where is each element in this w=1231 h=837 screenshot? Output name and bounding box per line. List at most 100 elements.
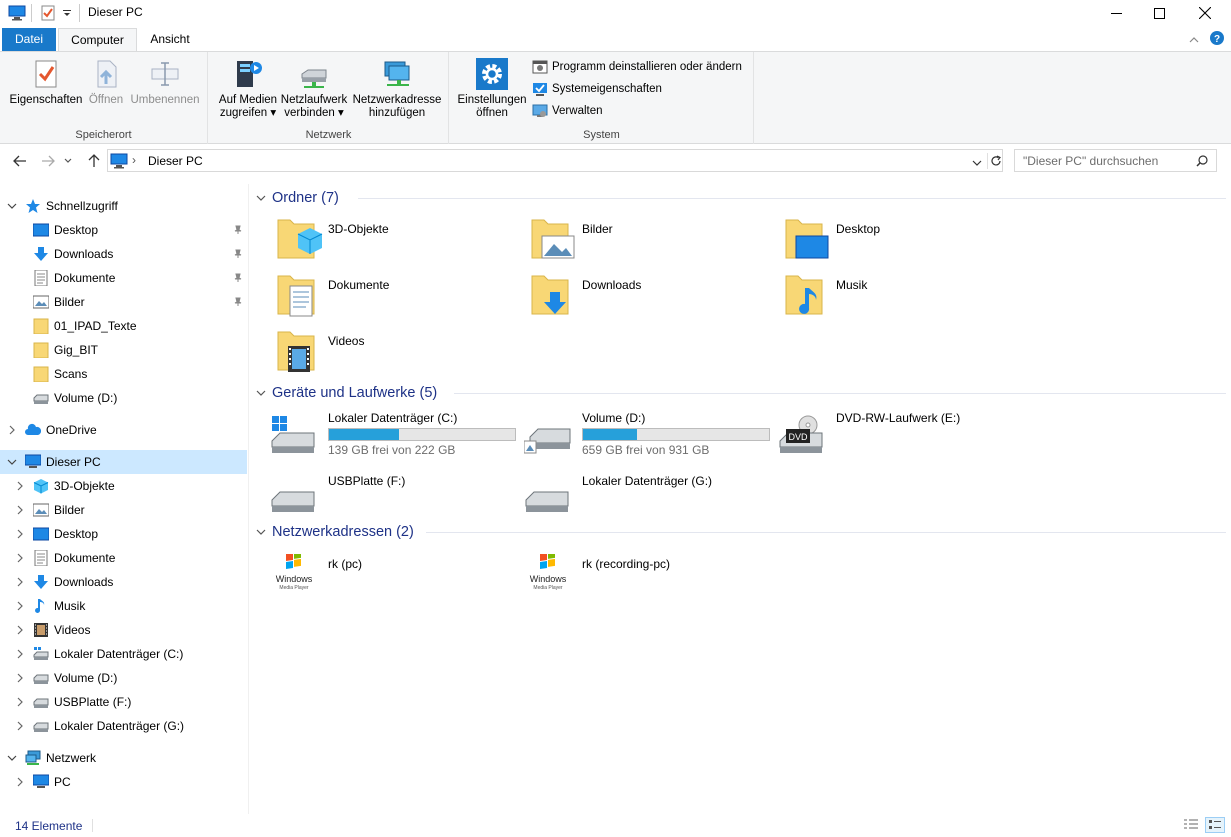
forward-button[interactable]: [38, 152, 58, 170]
add-network-location-button[interactable]: Netzwerkadresse hinzufügen: [351, 58, 443, 120]
breadcrumb-separator[interactable]: ›: [132, 153, 136, 167]
help-button[interactable]: ?: [1210, 31, 1224, 48]
properties-button[interactable]: Eigenschaften: [8, 58, 84, 107]
folder-item-music[interactable]: Musik: [764, 272, 1014, 324]
nav-item-pc-music[interactable]: Musik: [0, 594, 247, 618]
minimize-button[interactable]: [1093, 0, 1139, 26]
tiles-view-button[interactable]: [1205, 817, 1225, 833]
nav-item-pc-pictures[interactable]: Bilder: [0, 498, 247, 522]
chevron-right-icon[interactable]: [14, 480, 26, 492]
nav-item-quick-volume-d[interactable]: Volume (D:): [0, 386, 247, 410]
folder-item-3d[interactable]: 3D-Objekte: [256, 216, 506, 268]
nav-item-pc-downloads[interactable]: Downloads: [0, 570, 247, 594]
folder-item-desktop[interactable]: Desktop: [764, 216, 1014, 268]
chevron-right-icon[interactable]: [14, 624, 26, 636]
chevron-right-icon[interactable]: [14, 672, 26, 684]
nav-item-quick-folder[interactable]: Scans: [0, 362, 247, 386]
nav-item-quick-desktop[interactable]: Desktop: [0, 218, 247, 242]
open-button[interactable]: Öffnen: [85, 58, 127, 107]
nav-item-network[interactable]: Netzwerk: [0, 746, 247, 770]
nav-item-network-pc[interactable]: PC: [0, 770, 247, 794]
nav-item-pc-volume-d[interactable]: Volume (D:): [0, 666, 247, 690]
up-button[interactable]: [84, 152, 104, 170]
drive-item-c[interactable]: Lokaler Datenträger (C:) 139 GB frei von…: [256, 411, 516, 463]
nav-item-pc-documents[interactable]: Dokumente: [0, 546, 247, 570]
address-bar[interactable]: › Dieser PC: [107, 149, 1003, 172]
tab-file[interactable]: Datei: [2, 28, 56, 51]
manage-button[interactable]: Verwalten: [532, 101, 603, 121]
tab-computer[interactable]: Computer: [58, 28, 137, 51]
back-button[interactable]: [10, 152, 30, 170]
drive-icon: [524, 428, 571, 454]
refresh-button[interactable]: [987, 153, 1002, 169]
chevron-down-icon[interactable]: [6, 456, 18, 468]
folder-item-documents[interactable]: Dokumente: [256, 272, 506, 324]
network-location-item[interactable]: Windows Media Player rk (recording-pc): [510, 554, 760, 606]
chevron-right-icon[interactable]: [6, 424, 18, 436]
folder-item-videos[interactable]: Videos: [256, 328, 506, 380]
chevron-right-icon[interactable]: [14, 648, 26, 660]
nav-item-quick-pictures[interactable]: Bilder: [0, 290, 247, 314]
tab-view[interactable]: Ansicht: [139, 28, 201, 51]
system-properties-button[interactable]: Systemeigenschaften: [532, 79, 662, 99]
nav-item-pc-desktop[interactable]: Desktop: [0, 522, 247, 546]
maximize-button[interactable]: [1136, 0, 1182, 26]
nav-item-quick-access[interactable]: Schnellzugriff: [0, 194, 247, 218]
chevron-down-icon[interactable]: [6, 752, 18, 764]
chevron-right-icon[interactable]: [14, 720, 26, 732]
nav-item-pc-drive-g[interactable]: Lokaler Datenträger (G:): [0, 714, 247, 738]
nav-item-onedrive[interactable]: OneDrive: [0, 418, 247, 442]
chevron-right-icon[interactable]: [14, 776, 26, 788]
chevron-right-icon[interactable]: [14, 528, 26, 540]
nav-item-this-pc[interactable]: Dieser PC: [0, 450, 247, 474]
drive-item-e[interactable]: DVD DVD-RW-Laufwerk (E:): [764, 411, 1014, 463]
close-button[interactable]: [1182, 0, 1228, 26]
section-header-drives[interactable]: Geräte und Laufwerke (5): [256, 382, 1226, 404]
search-icon[interactable]: [1196, 155, 1208, 167]
qa-customize-icon[interactable]: [62, 4, 72, 22]
collapse-ribbon-button[interactable]: [1189, 33, 1199, 47]
section-header-folders[interactable]: Ordner (7): [256, 187, 1226, 209]
details-view-button[interactable]: [1183, 818, 1199, 835]
chevron-down-icon[interactable]: [6, 200, 18, 212]
nav-item-quick-documents[interactable]: Dokumente: [0, 266, 247, 290]
drive-item-f[interactable]: USBPlatte (F:): [256, 474, 506, 526]
cube-icon: [33, 479, 49, 494]
pin-icon[interactable]: [233, 297, 243, 307]
access-media-button[interactable]: Auf Medien zugreifen ▾: [213, 58, 283, 120]
open-settings-button[interactable]: Einstellungen öffnen: [454, 58, 530, 120]
chevron-right-icon[interactable]: [14, 576, 26, 588]
nav-item-pc-3d[interactable]: 3D-Objekte: [0, 474, 247, 498]
breadcrumb-location[interactable]: Dieser PC: [148, 154, 203, 168]
uninstall-program-button[interactable]: Programm deinstallieren oder ändern: [532, 57, 742, 77]
minimize-icon: [1110, 12, 1122, 14]
folder-icon: [33, 366, 49, 382]
address-dropdown-button[interactable]: [972, 156, 982, 170]
network-location-item[interactable]: Windows Media Player rk (pc): [256, 554, 506, 606]
nav-item-pc-drive-c[interactable]: Lokaler Datenträger (C:): [0, 642, 247, 666]
drive-item-g[interactable]: Lokaler Datenträger (G:): [510, 474, 760, 526]
folder-item-pictures[interactable]: Bilder: [510, 216, 760, 268]
computer-icon[interactable]: [8, 4, 26, 22]
nav-item-quick-downloads[interactable]: Downloads: [0, 242, 247, 266]
nav-item-quick-folder[interactable]: 01_IPAD_Texte: [0, 314, 247, 338]
nav-item-pc-videos[interactable]: Videos: [0, 618, 247, 642]
section-header-network-locations[interactable]: Netzwerkadressen (2): [256, 521, 1226, 543]
nav-item-pc-usb-f[interactable]: USBPlatte (F:): [0, 690, 247, 714]
map-network-drive-button[interactable]: Netzlaufwerk verbinden ▾: [279, 58, 349, 120]
search-input[interactable]: [1023, 153, 1191, 169]
folder-item-downloads[interactable]: Downloads: [510, 272, 760, 324]
nav-item-quick-folder[interactable]: Gig_BIT: [0, 338, 247, 362]
pin-icon[interactable]: [233, 225, 243, 235]
rename-button[interactable]: Umbenennen: [128, 58, 202, 107]
chevron-down-icon: [256, 195, 266, 201]
pin-icon[interactable]: [233, 273, 243, 283]
chevron-right-icon[interactable]: [14, 696, 26, 708]
chevron-right-icon[interactable]: [14, 504, 26, 516]
chevron-right-icon[interactable]: [14, 552, 26, 564]
chevron-right-icon[interactable]: [14, 600, 26, 612]
recent-locations-button[interactable]: [62, 152, 74, 170]
drive-item-d[interactable]: Volume (D:) 659 GB frei von 931 GB: [510, 411, 770, 463]
pin-icon[interactable]: [233, 249, 243, 259]
properties-qa-icon[interactable]: [40, 4, 56, 22]
